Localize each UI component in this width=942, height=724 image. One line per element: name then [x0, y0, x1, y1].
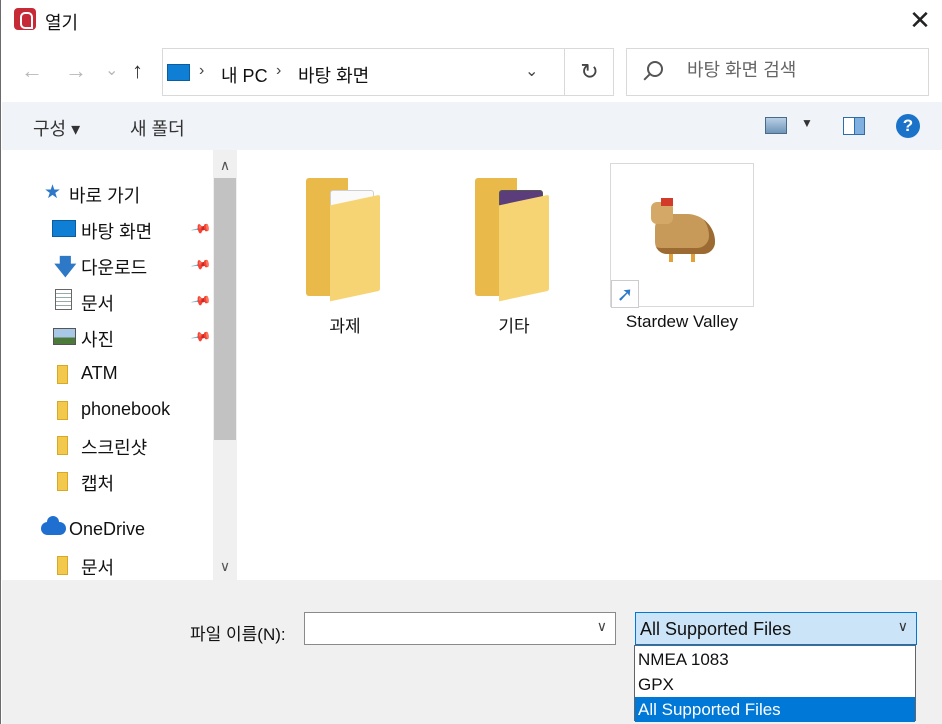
folder-icon [306, 178, 380, 302]
pin-icon: 📌 [190, 253, 213, 276]
help-icon[interactable]: ? [896, 114, 920, 138]
sidebar-item-documents[interactable]: 문서 📌 [2, 284, 214, 318]
sidebar-item-onedrive[interactable]: OneDrive [2, 513, 214, 547]
sidebar-item-pictures[interactable]: 사진 📌 [2, 320, 214, 354]
filetype-option-gpx[interactable]: GPX [635, 672, 915, 697]
sidebar-item-desktop[interactable]: 바탕 화면 📌 [2, 212, 214, 246]
folder-icon [57, 436, 68, 455]
chicken-app-icon [647, 198, 719, 266]
scroll-thumb[interactable] [214, 178, 236, 440]
open-file-dialog: 열기 ✕ ← → ⌄ ↑ › 내 PC › 바탕 화면 ⌄ ↻ 구성 ▾ 새 폴… [0, 0, 942, 724]
title-bar: 열기 ✕ [1, 0, 942, 40]
sidebar-item-label: 캡처 [81, 474, 115, 494]
folder-icon [57, 472, 68, 491]
search-box [626, 48, 929, 96]
pc-icon [167, 64, 190, 81]
breadcrumb-separator: › [199, 62, 205, 79]
file-item-folder[interactable]: 기타 [441, 162, 587, 342]
filetype-option-all-supported[interactable]: All Supported Files [635, 697, 915, 722]
filetype-option-nmea[interactable]: NMEA 1083 [635, 647, 915, 672]
new-folder-button[interactable]: 새 폴더 [130, 115, 185, 141]
desktop-icon [52, 220, 76, 237]
sidebar-item-onedrive-documents[interactable]: 문서 [2, 548, 214, 580]
preview-pane-icon[interactable] [843, 117, 865, 135]
breadcrumb-my-pc[interactable]: 내 PC [221, 62, 268, 88]
sidebar-item-captures[interactable]: 캡처 [2, 464, 214, 498]
sidebar-item-label: 다운로드 [81, 258, 148, 278]
sidebar-item-quick-access[interactable]: ★ 바로 가기 [2, 176, 214, 210]
file-name: Stardew Valley [625, 312, 739, 331]
filetype-dropdown-list: NMEA 1083 GPX All Supported Files [634, 645, 916, 722]
search-input[interactable] [685, 59, 915, 82]
breadcrumb-desktop[interactable]: 바탕 화면 [298, 62, 369, 88]
pin-icon: 📌 [190, 289, 213, 312]
sidebar-item-atm[interactable]: ATM [2, 357, 214, 391]
chevron-down-icon[interactable]: ⌄ [525, 61, 538, 81]
folder-icon [475, 178, 549, 302]
filename-label: 파일 이름(N): [190, 625, 286, 644]
sidebar-item-label: OneDrive [69, 519, 146, 539]
refresh-button[interactable]: ↻ [564, 49, 614, 95]
forward-button[interactable]: → [65, 58, 87, 84]
pin-icon: 📌 [190, 325, 213, 348]
file-item-shortcut[interactable]: ➚ [610, 163, 754, 308]
download-icon: 🡇 [54, 254, 77, 279]
breadcrumb-separator: › [276, 62, 282, 79]
star-icon: ★ [44, 182, 62, 203]
sidebar-item-label: 사진 [81, 330, 115, 350]
recent-locations-button[interactable]: ⌄ [105, 60, 118, 80]
file-list: 과제 기타 ➚ Stardew Valley [238, 150, 942, 580]
sidebar-item-label: 바로 가기 [69, 186, 141, 206]
folder-icon [57, 365, 68, 384]
scroll-up-button[interactable]: ∧ [213, 152, 237, 178]
file-name: 과제 [329, 317, 361, 336]
folder-icon [57, 401, 68, 420]
close-button[interactable]: ✕ [897, 0, 942, 40]
sidebar-item-label: 바탕 화면 [81, 222, 153, 242]
filetype-selected: All Supported Files [640, 619, 792, 639]
address-bar[interactable]: › 내 PC › 바탕 화면 ⌄ ↻ [162, 48, 614, 96]
file-item-folder[interactable]: 과제 [272, 162, 418, 342]
cloud-icon [41, 516, 66, 535]
back-button[interactable]: ← [21, 58, 43, 84]
sidebar-item-label: ATM [81, 363, 118, 383]
organize-button[interactable]: 구성 ▾ [33, 115, 80, 141]
window-title: 열기 [45, 13, 79, 33]
folder-icon [57, 556, 68, 575]
pin-icon: 📌 [190, 217, 213, 240]
up-button[interactable]: ↑ [132, 58, 143, 84]
sidebar-item-label: 문서 [81, 294, 115, 314]
scroll-down-button[interactable]: ∨ [213, 553, 237, 579]
sidebar-item-label: 문서 [81, 558, 115, 578]
sidebar-item-phonebook[interactable]: phonebook [2, 393, 214, 427]
file-name: 기타 [498, 317, 530, 336]
sidebar-item-label: 스크린샷 [81, 438, 148, 458]
view-options-icon[interactable] [765, 117, 787, 134]
app-logo-icon [14, 8, 36, 30]
view-dropdown-button[interactable]: ▼ [801, 116, 813, 130]
navigation-pane: ★ 바로 가기 바탕 화면 📌 🡇 다운로드 📌 문서 📌 사진 📌 ATM p… [2, 150, 214, 580]
chevron-down-icon[interactable]: ∨ [597, 618, 607, 635]
picture-icon [53, 328, 76, 345]
sidebar-item-label: phonebook [81, 399, 171, 419]
filename-input[interactable]: ∨ [304, 612, 616, 645]
document-icon [55, 289, 72, 310]
sidebar-item-downloads[interactable]: 🡇 다운로드 📌 [2, 248, 214, 282]
chevron-down-icon[interactable]: ∨ [898, 618, 908, 635]
navigation-scrollbar[interactable]: ∧ ∨ [213, 150, 237, 580]
shortcut-arrow-icon: ➚ [611, 280, 639, 308]
sidebar-item-screenshots[interactable]: 스크린샷 [2, 428, 214, 462]
command-toolbar: 구성 ▾ 새 폴더 ▼ ? [2, 102, 942, 150]
filetype-select[interactable]: All Supported Files ∨ [635, 612, 917, 645]
search-icon [647, 61, 663, 77]
